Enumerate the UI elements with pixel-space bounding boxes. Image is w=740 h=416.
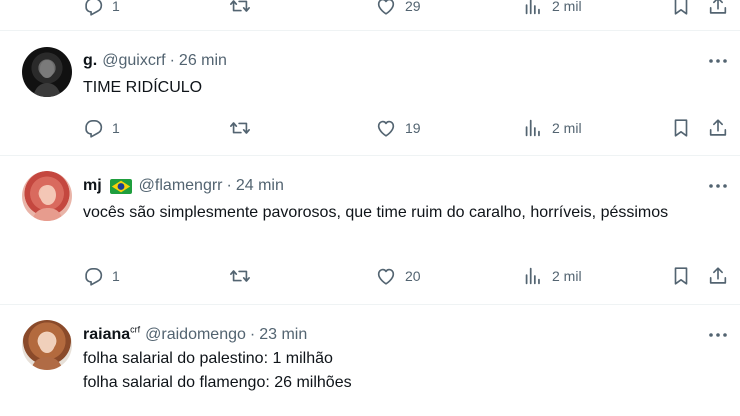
tweet-header: mj @flamengrr · 24 min	[83, 176, 284, 196]
heart-icon	[377, 0, 395, 15]
retweet-button[interactable]	[229, 116, 251, 140]
tweet-text: vocês são simplesmente pavorosos, que ti…	[83, 204, 669, 221]
tweet[interactable]: raianacrf @raidomengo · 23 min folha sal…	[0, 305, 740, 416]
display-name[interactable]: raianacrf	[83, 324, 141, 344]
tweet-actions: 1 20 2 mil	[0, 264, 740, 288]
timestamp[interactable]: 24 min	[236, 177, 284, 195]
retweet-button[interactable]	[229, 0, 251, 18]
like-count: 20	[405, 268, 421, 284]
reply-button[interactable]: 1	[82, 0, 120, 18]
tweet[interactable]: g. @guixcrf · 26 min TIME RIDÍCULO 1 19 …	[0, 31, 740, 156]
separator-dot: ·	[169, 52, 175, 69]
retweet-button[interactable]	[229, 264, 251, 288]
bookmark-icon	[674, 0, 688, 15]
like-button[interactable]: 20	[375, 264, 421, 288]
timeline-feed: 1 29 2 mil g. @guixcrf · 26 min TIME RID…	[0, 0, 740, 416]
avatar[interactable]	[22, 320, 72, 370]
more-options-button[interactable]	[708, 327, 728, 343]
tweet-header: raianacrf @raidomengo · 23 min	[83, 325, 307, 345]
brazil-flag-icon	[109, 178, 132, 194]
share-icon	[709, 119, 727, 136]
share-button[interactable]	[707, 264, 729, 288]
views-icon	[525, 119, 540, 137]
tweet-text: folha salarial do palestino: 1 milhão fo…	[83, 347, 713, 395]
reply-icon	[85, 120, 103, 138]
retweet-icon	[230, 0, 250, 12]
share-button[interactable]	[707, 0, 729, 18]
heart-icon	[377, 120, 395, 137]
views-icon	[525, 0, 540, 15]
like-count: 19	[405, 120, 421, 136]
views-button[interactable]: 2 mil	[522, 264, 582, 288]
separator-dot: ·	[249, 326, 256, 343]
tweet-text: TIME RIDÍCULO	[83, 79, 203, 96]
share-button[interactable]	[707, 116, 729, 140]
retweet-icon	[230, 270, 250, 282]
bookmark-button[interactable]	[670, 0, 692, 18]
timestamp[interactable]: 26 min	[179, 52, 227, 70]
display-name[interactable]: g.	[83, 52, 97, 70]
tweet[interactable]: 1 29 2 mil	[0, 0, 740, 31]
timestamp[interactable]: 23 min	[259, 326, 307, 344]
heart-icon	[377, 268, 395, 285]
like-button[interactable]: 29	[375, 0, 421, 18]
tweet-text-line: folha salarial do flamengo: 26 milhões	[83, 374, 352, 391]
display-name-superscript: crf	[130, 324, 141, 335]
tweet-header: g. @guixcrf · 26 min	[83, 51, 227, 71]
tweet-text-line: folha salarial do palestino: 1 milhão	[83, 350, 333, 367]
avatar[interactable]	[22, 47, 72, 97]
user-handle[interactable]: @guixcrf	[102, 52, 165, 70]
tweet[interactable]: mj @flamengrr · 24 min vocês são simples…	[0, 156, 740, 305]
views-icon	[525, 267, 540, 285]
views-count: 2 mil	[552, 120, 582, 136]
more-icon	[709, 184, 727, 188]
reply-count: 1	[112, 120, 120, 136]
reply-icon	[85, 0, 103, 16]
user-handle[interactable]: @raidomengo	[145, 326, 246, 344]
views-button[interactable]: 2 mil	[522, 0, 582, 18]
share-icon	[709, 0, 727, 14]
bookmark-button[interactable]	[670, 264, 692, 288]
reply-button[interactable]: 1	[82, 264, 120, 288]
bookmark-icon	[674, 267, 688, 285]
more-options-button[interactable]	[708, 178, 728, 194]
tweet-actions: 1 19 2 mil	[0, 116, 740, 140]
reply-count: 1	[112, 0, 120, 14]
separator-dot: ·	[226, 177, 232, 194]
display-name-text: raiana	[83, 326, 131, 343]
reply-button[interactable]: 1	[82, 116, 120, 140]
more-icon	[709, 333, 727, 337]
tweet-actions: 1 29 2 mil	[0, 0, 740, 18]
views-count: 2 mil	[552, 268, 582, 284]
share-icon	[709, 267, 727, 284]
more-icon	[709, 59, 727, 63]
more-options-button[interactable]	[708, 53, 728, 69]
bookmark-icon	[674, 119, 688, 137]
like-button[interactable]: 19	[375, 116, 421, 140]
views-button[interactable]: 2 mil	[522, 116, 582, 140]
retweet-icon	[230, 122, 250, 134]
reply-icon	[85, 268, 103, 286]
user-handle[interactable]: @flamengrr	[139, 177, 223, 195]
like-count: 29	[405, 0, 421, 14]
avatar[interactable]	[22, 171, 72, 221]
reply-count: 1	[112, 268, 120, 284]
display-name[interactable]: mj	[83, 177, 102, 195]
bookmark-button[interactable]	[670, 116, 692, 140]
views-count: 2 mil	[552, 0, 582, 14]
